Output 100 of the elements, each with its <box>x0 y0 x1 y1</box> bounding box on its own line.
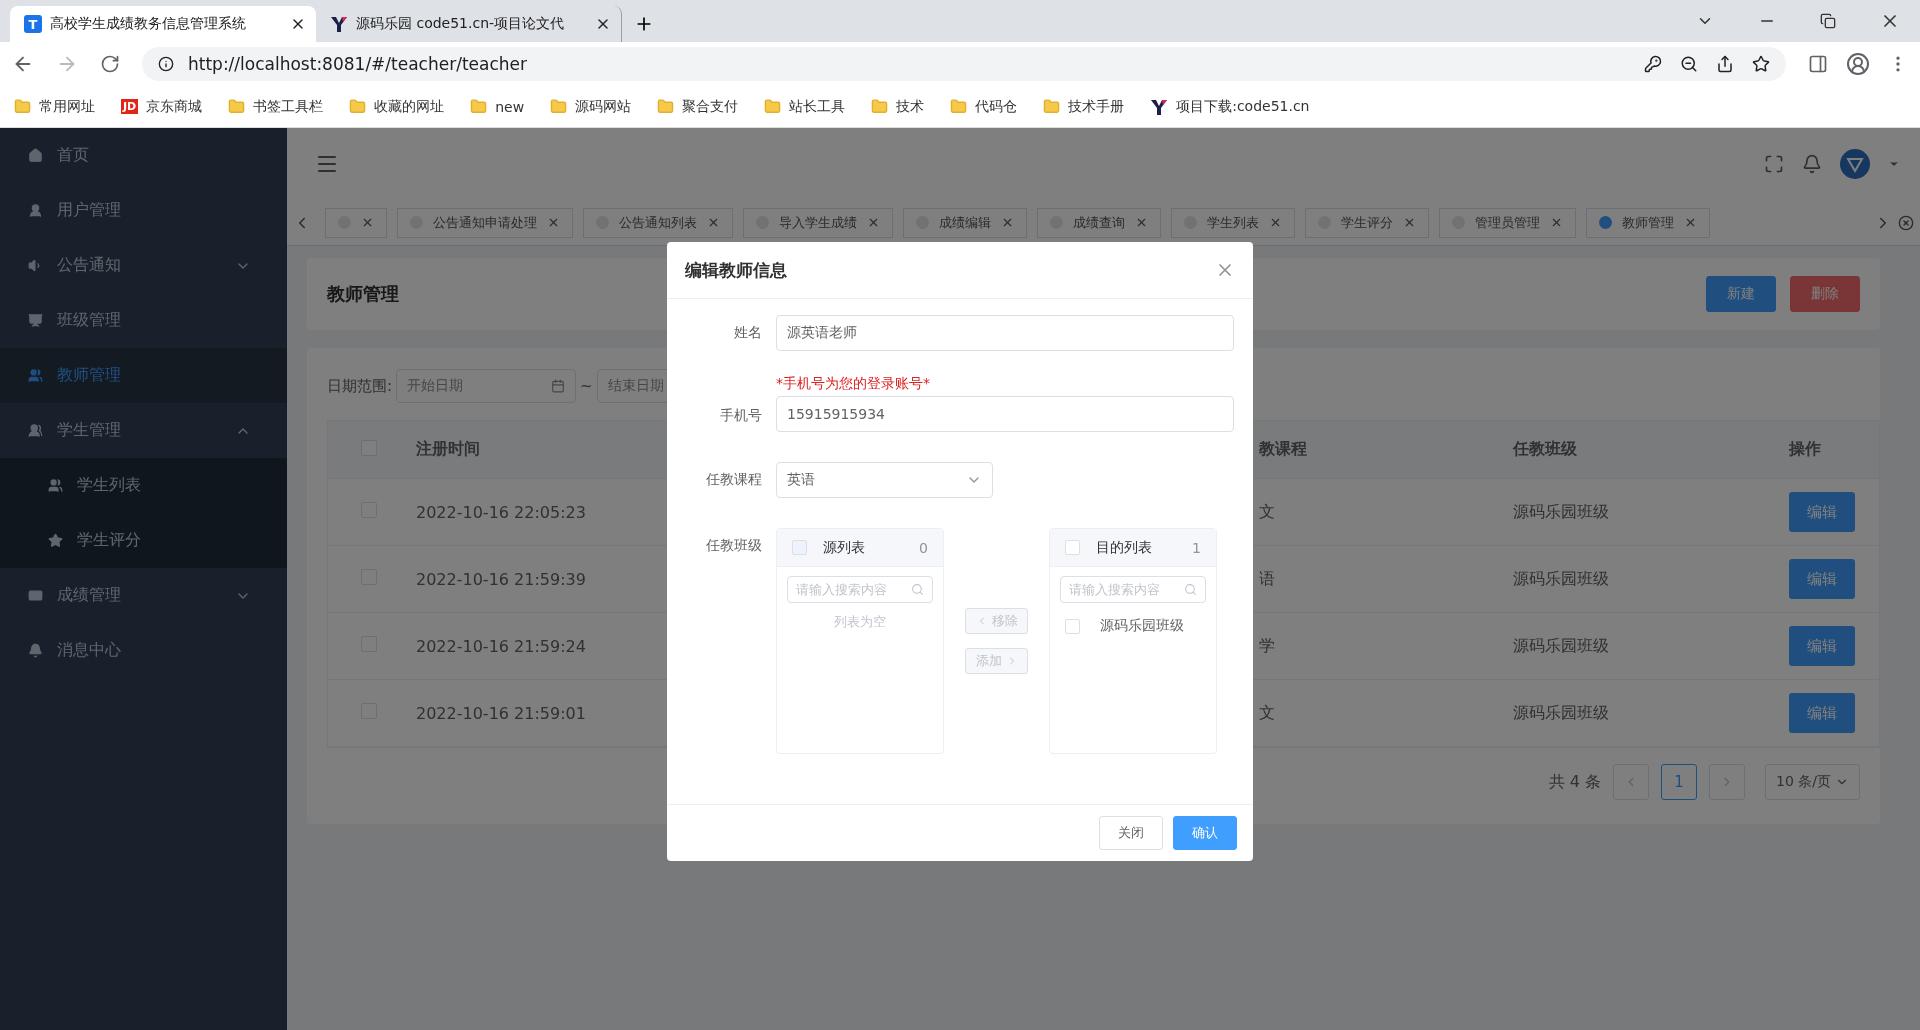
page-tag[interactable]: 成绩编辑 <box>903 207 1027 238</box>
bookmark[interactable]: 源码网站 <box>550 97 632 116</box>
sidebar-label: 首页 <box>57 145 90 166</box>
tag-label: 成绩编辑 <box>939 213 991 232</box>
page-tag[interactable]: 学生列表 <box>1171 207 1295 238</box>
sidebar-subitem[interactable]: 学生评分 <box>0 513 287 568</box>
page-tag[interactable]: 学生评分 <box>1305 207 1429 238</box>
bookmark[interactable]: JD 京东商城 <box>121 97 203 116</box>
phone-field[interactable]: 15915915934 <box>776 396 1234 432</box>
tag-label: 导入学生成绩 <box>779 213 857 232</box>
page-tag[interactable]: 成绩查询 <box>1037 207 1161 238</box>
page-tag[interactable]: 公告通知列表 <box>583 207 733 238</box>
table-cell: 源码乐园班级 <box>1513 568 1609 590</box>
sidebar-item[interactable]: 用户管理 <box>0 183 287 238</box>
bookmark[interactable]: 站长工具 <box>764 97 846 116</box>
share-icon[interactable] <box>1716 55 1734 73</box>
fullscreen-icon[interactable] <box>1764 154 1784 174</box>
sidebar-item[interactable]: 学生管理 <box>0 403 287 458</box>
bookmark[interactable]: 技术手册 <box>1043 97 1125 116</box>
star-icon[interactable] <box>1752 55 1770 73</box>
folder-icon <box>470 98 488 115</box>
edit-button[interactable]: 编辑 <box>1789 559 1855 599</box>
people-icon <box>48 478 63 493</box>
sidebar-label: 成绩管理 <box>57 585 122 606</box>
reload-icon[interactable] <box>100 54 120 74</box>
course-select[interactable]: 英语 <box>776 462 993 498</box>
zoom-out-icon[interactable] <box>1680 55 1698 73</box>
checkbox[interactable] <box>1065 540 1080 555</box>
sidebar-subitem[interactable]: 学生列表 <box>0 458 287 513</box>
sidebar-label: 教师管理 <box>57 365 122 386</box>
profile-icon[interactable] <box>1846 52 1870 76</box>
new-button[interactable]: 新建 <box>1706 276 1776 312</box>
sidebar-label: 学生管理 <box>57 420 122 441</box>
name-field[interactable]: 源英语老师 <box>776 315 1234 351</box>
close-button[interactable]: 关闭 <box>1099 816 1163 850</box>
page-button[interactable]: 1 <box>1661 764 1697 800</box>
column-header: 任教班级 <box>1513 439 1577 460</box>
tag-label: 公告通知申请处理 <box>433 213 537 232</box>
people-icon <box>28 368 43 383</box>
field-label: 手机号 <box>719 406 763 425</box>
favicon-icon: T <box>24 15 42 33</box>
calendar-icon <box>551 379 566 393</box>
page-tag[interactable]: 管理员管理 <box>1439 207 1576 238</box>
table-cell: 学 <box>1259 635 1275 657</box>
bookmark[interactable]: 代码仓 <box>950 97 1018 116</box>
avatar-icon[interactable] <box>1840 149 1870 179</box>
column-header: 注册时间 <box>416 439 480 460</box>
list-item: 源码乐园班级 <box>1100 617 1184 635</box>
sidebar-item[interactable]: 首页 <box>0 128 287 183</box>
page-tag[interactable]: 教师管理 <box>1586 207 1710 238</box>
browser-tab[interactable]: T 高校学生成绩教务信息管理系统 <box>10 6 316 42</box>
search-icon <box>1184 583 1197 596</box>
tag-label: 公告通知列表 <box>619 213 697 232</box>
search-icon <box>911 583 924 596</box>
bookmark[interactable]: 聚合支付 <box>657 97 739 116</box>
page-size-select[interactable]: 10 条/页 <box>1765 764 1860 800</box>
table-cell: 语 <box>1259 568 1275 590</box>
page-title: 教师管理 <box>327 282 399 306</box>
page-tag[interactable]: 导入学生成绩 <box>743 207 893 238</box>
bookmark[interactable]: 常用网址 <box>14 97 95 116</box>
field-label: 任教班级 <box>705 536 763 555</box>
tag-label: 教师管理 <box>1622 213 1674 232</box>
sidebar-item[interactable]: 公告通知 <box>0 238 287 293</box>
folder-icon <box>1043 98 1061 115</box>
bookmark[interactable]: 收藏的网址 <box>349 97 445 116</box>
total-count: 共 4 条 <box>1548 771 1601 793</box>
column-header: 操作 <box>1789 439 1821 460</box>
table-cell: 文 <box>1259 501 1275 523</box>
bookmark[interactable]: 项目下载:code51.cn <box>1150 97 1310 116</box>
edit-button[interactable]: 编辑 <box>1789 693 1855 733</box>
info-icon[interactable] <box>158 56 174 72</box>
tag-label: 成绩查询 <box>1073 213 1125 232</box>
bookmark[interactable]: 技术 <box>871 97 925 116</box>
page-tag[interactable]: 公告通知申请处理 <box>397 207 573 238</box>
checkbox[interactable] <box>792 540 807 555</box>
table-cell: 源码乐园班级 <box>1513 635 1609 657</box>
side-panel-icon[interactable] <box>1808 54 1828 74</box>
sidebar-item[interactable]: 消息中心 <box>0 623 287 678</box>
address-bar[interactable]: http://localhost:8081/#/teacher/teacher <box>142 47 1786 81</box>
card-icon <box>28 588 43 603</box>
dialog-title: 编辑教师信息 <box>685 258 787 282</box>
key-icon[interactable] <box>1644 55 1662 73</box>
bookmark[interactable]: new <box>470 98 525 115</box>
sidebar-item[interactable]: 班级管理 <box>0 293 287 348</box>
confirm-button[interactable]: 确认 <box>1173 816 1237 850</box>
table-cell: 源码乐园班级 <box>1513 702 1609 724</box>
logo-icon <box>1150 97 1169 116</box>
delete-button[interactable]: 删除 <box>1790 276 1860 312</box>
user-icon <box>28 203 43 218</box>
bookmark[interactable]: 书签工具栏 <box>228 97 324 116</box>
column-header: 教课程 <box>1259 439 1307 460</box>
sidebar-item[interactable]: 教师管理 <box>0 348 287 403</box>
restore-icon[interactable] <box>1820 13 1836 29</box>
bell-icon[interactable] <box>1802 154 1822 174</box>
sidebar-item[interactable]: 成绩管理 <box>0 568 287 623</box>
close-all-icon[interactable] <box>1898 214 1914 231</box>
checkbox[interactable] <box>1065 618 1080 634</box>
folder-icon <box>950 98 968 115</box>
edit-button[interactable]: 编辑 <box>1789 492 1855 532</box>
edit-button[interactable]: 编辑 <box>1789 626 1855 666</box>
